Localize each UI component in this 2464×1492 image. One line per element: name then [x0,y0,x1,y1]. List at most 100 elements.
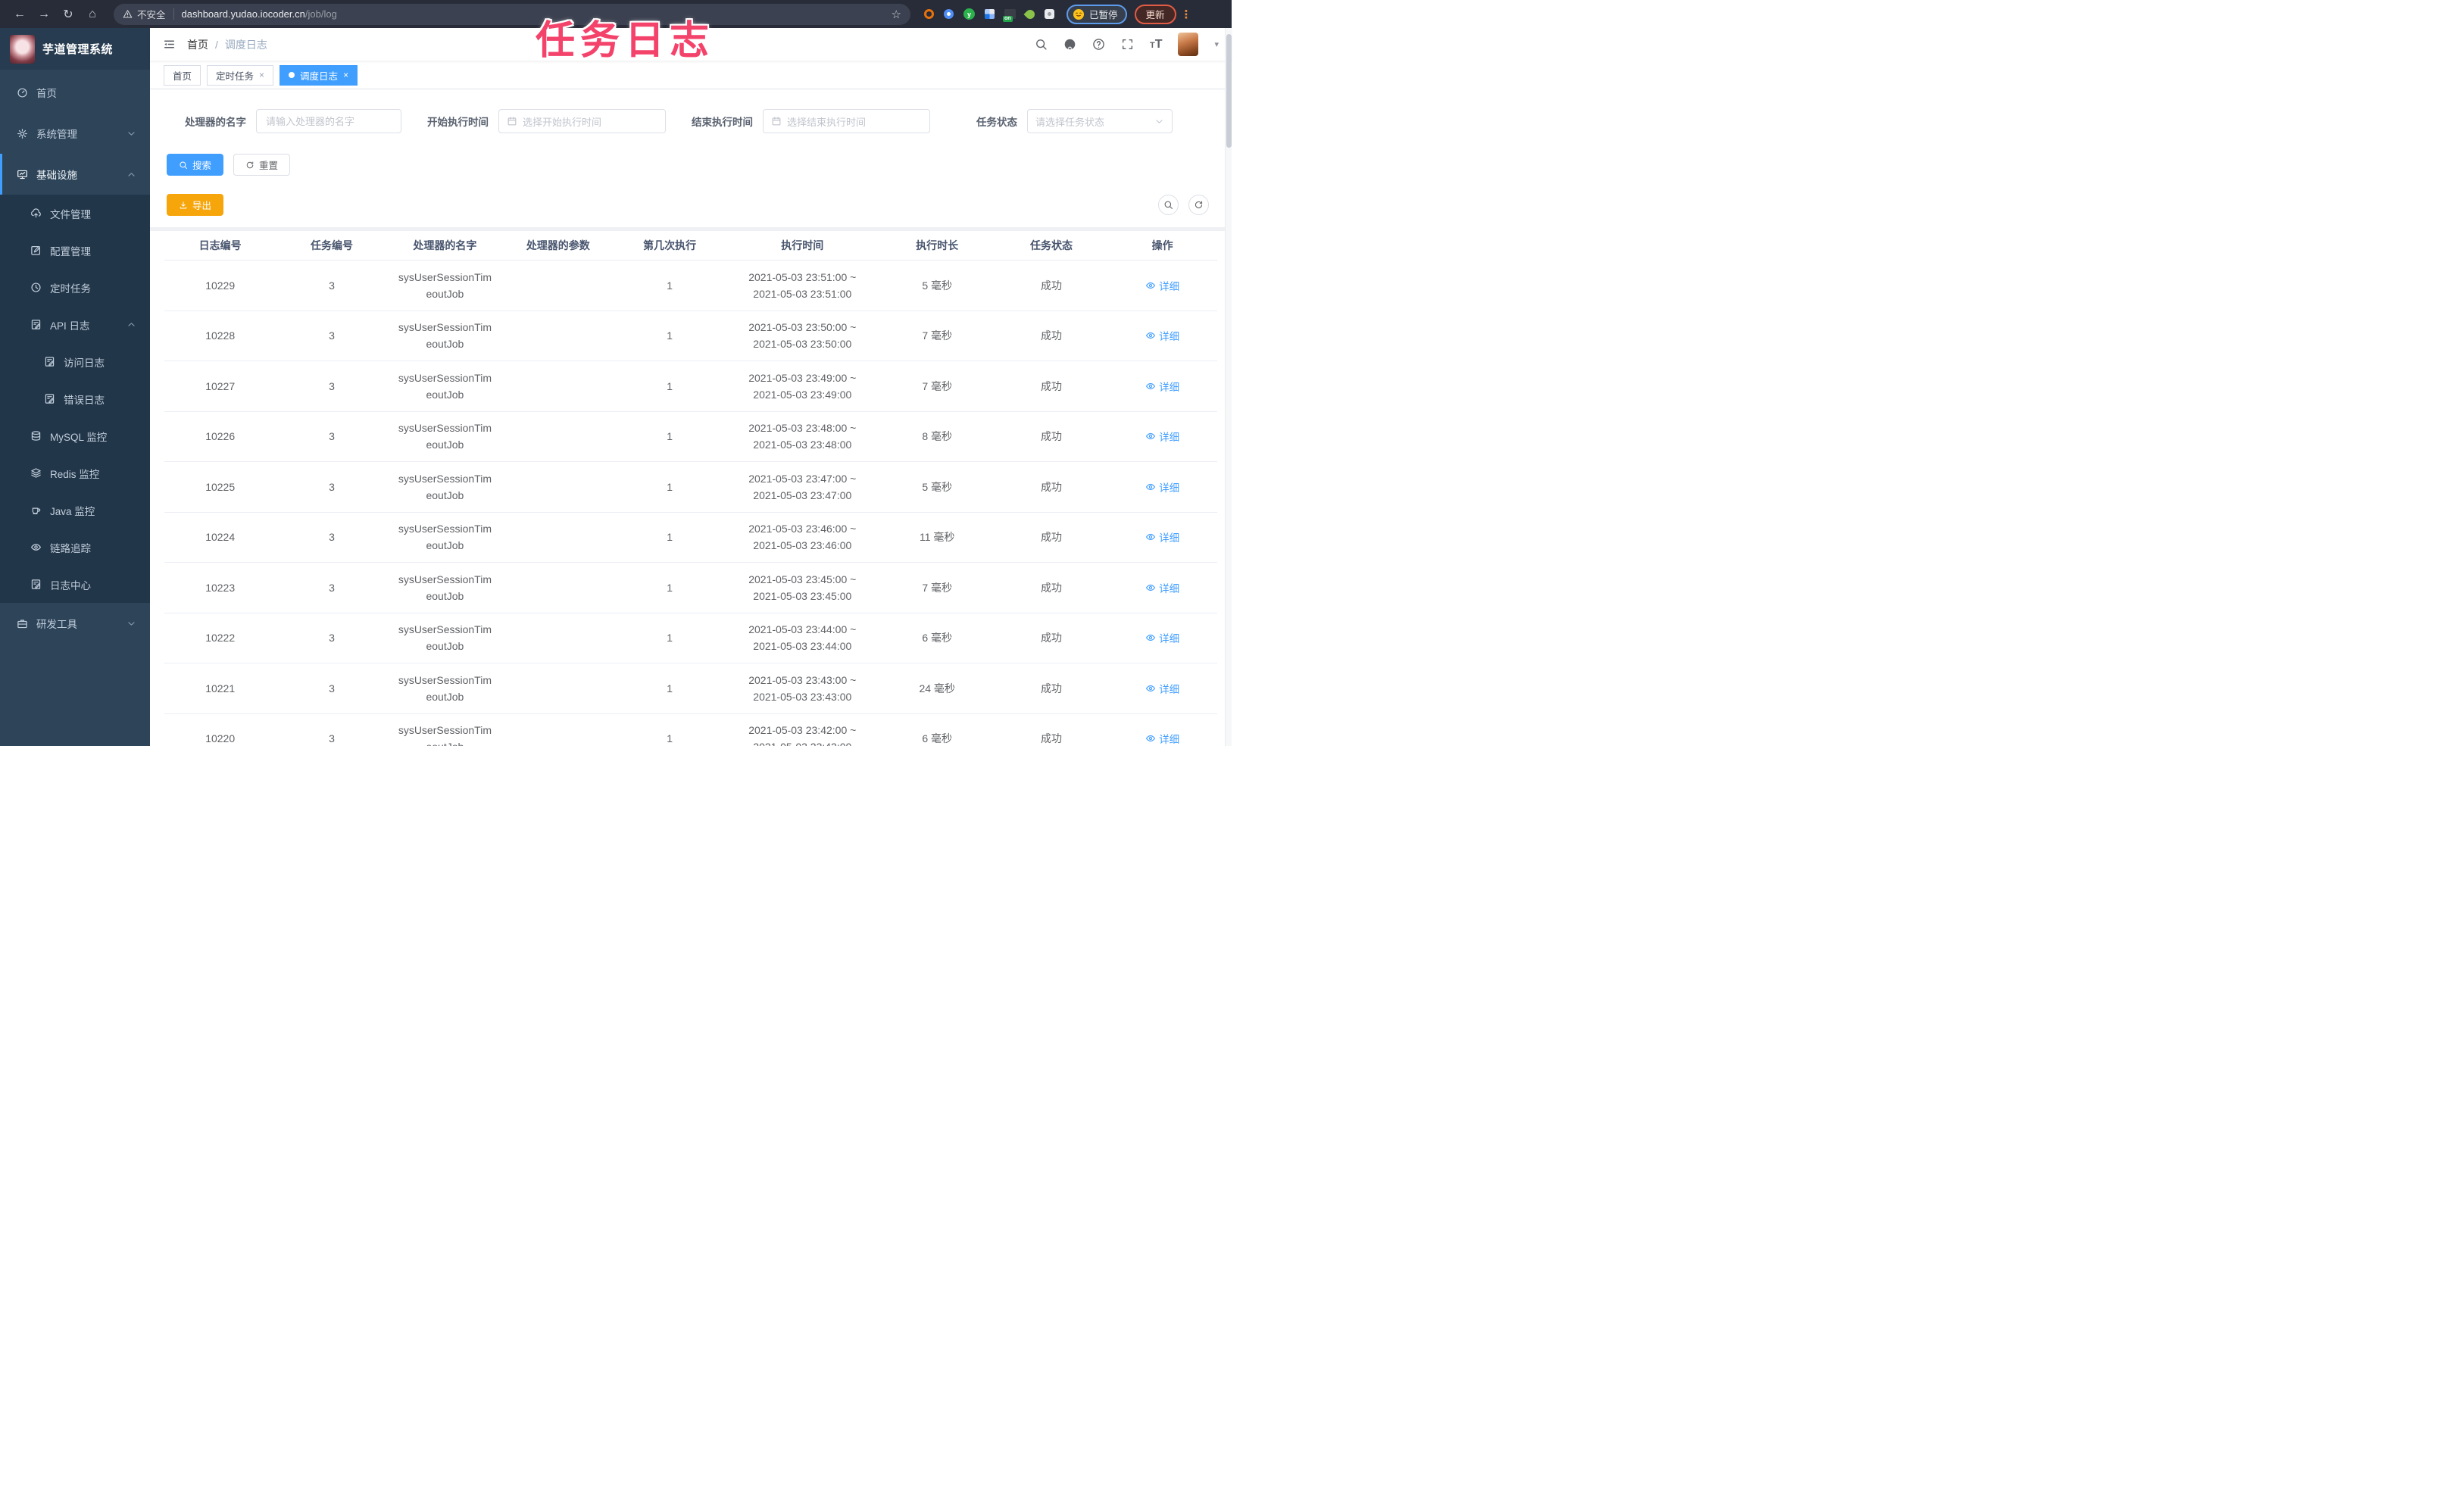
eye-detail-icon [1145,632,1156,643]
close-icon[interactable]: × [259,70,264,80]
show-search-icon[interactable] [1158,195,1179,215]
sidebar-item-log-center[interactable]: 日志中心 [0,566,150,603]
extension-y-icon[interactable]: y [963,8,975,20]
clock-icon [30,282,42,293]
extensions-puzzle-icon[interactable] [1045,9,1054,19]
breadcrumb-home[interactable]: 首页 [187,37,208,52]
sidebar-item-infra[interactable]: 基础设施 [0,154,150,195]
sidebar-item-cron[interactable]: 定时任务 [0,269,150,306]
tab-job-log[interactable]: 调度日志 × [280,64,358,86]
execute-time-line: 2021-05-03 23:47:00 [753,488,852,501]
search-icon[interactable] [1035,38,1048,51]
detail-link[interactable]: 详细 [1145,429,1179,444]
handler-name-input[interactable] [256,109,401,133]
detail-link-label: 详细 [1159,432,1180,444]
execute-index-cell: 1 [667,279,673,292]
detail-link[interactable]: 详细 [1145,630,1179,645]
fullscreen-icon[interactable] [1121,38,1134,51]
detail-link[interactable]: 详细 [1145,328,1179,343]
action-cell: 详细 [1107,479,1217,495]
breadcrumb-current: 调度日志 [224,38,267,51]
detail-link[interactable]: 详细 [1145,278,1179,293]
extension-leaf-icon[interactable] [1023,8,1037,20]
browser-home-icon[interactable]: ⌂ [83,8,101,21]
sidebar-item-home[interactable]: 首页 [0,72,150,113]
bookmark-star-icon[interactable]: ☆ [892,8,901,21]
sidebar-item-file[interactable]: 文件管理 [0,195,150,232]
extension-grid-icon[interactable] [985,9,995,19]
text-size-icon[interactable]: TT [1150,39,1163,51]
chevron-up-icon [126,320,136,329]
table-toolbar: 导出 [167,194,1209,216]
reset-button[interactable]: 重置 [233,154,291,176]
detail-link[interactable]: 详细 [1145,580,1179,595]
security-label: 不安全 [137,10,166,20]
github-icon[interactable] [1063,38,1076,51]
page-scrollbar[interactable] [1225,28,1232,746]
sidebar-item-error-log[interactable]: 错误日志 [0,380,150,417]
execute-time-line: 2021-05-03 23:43:00 ~ [748,673,857,686]
user-avatar[interactable] [1178,33,1199,56]
detail-link[interactable]: 详细 [1145,479,1179,495]
search-button[interactable]: 搜索 [167,154,224,176]
refresh-table-icon[interactable] [1188,195,1209,215]
end-time-input[interactable]: 选择结束执行时间 [763,109,930,133]
column-header: 执行时间 [781,239,824,251]
url-bar[interactable]: 不安全 dashboard.yudao.iocoder.cn /job/log … [114,3,910,25]
sidebar-item-label: 研发工具 [36,619,77,630]
sidebar-item-label: 链路追踪 [50,542,91,554]
app-logo[interactable]: 芋道管理系统 [0,28,150,70]
sidebar-item-label: 日志中心 [50,579,91,591]
export-button[interactable]: 导出 [167,194,224,216]
sidebar-item-system[interactable]: 系统管理 [0,113,150,154]
extension-pin-icon[interactable] [944,9,954,19]
table-row: 10226 3 sysUserSessionTim eoutJob 1 2021-05-0… [164,412,1217,462]
handler-name-line: sysUserSessionTim [398,472,492,485]
sidebar-item-api-log[interactable]: API 日志 [0,306,150,343]
sidebar-item-label: 文件管理 [50,208,91,220]
browser-forward-icon[interactable]: → [35,8,53,21]
handler-name-line: eoutJob [426,338,464,351]
detail-link[interactable]: 详细 [1145,681,1179,696]
scrollbar-thumb[interactable] [1226,34,1232,148]
browser-reload-icon[interactable]: ↻ [59,7,77,22]
extension-switch-icon[interactable]: on [1003,9,1016,22]
browser-extensions: y on [924,8,1054,22]
table-tools [1158,195,1209,215]
execute-time-cell: 2021-05-03 23:42:00 ~2021-05-03 23:42:00 [726,722,879,746]
detail-link[interactable]: 详细 [1145,731,1179,746]
sidebar-item-access-log[interactable]: 访问日志 [0,343,150,380]
header-actions: TT ▾ [1035,33,1219,56]
app-title: 芋道管理系统 [42,43,114,56]
job-id-cell: 3 [329,379,335,392]
sidebar-item-dev-tools[interactable]: 研发工具 [0,603,150,644]
sidebar-item-java[interactable]: Java 监控 [0,492,150,529]
tab-cron[interactable]: 定时任务 × [207,64,274,86]
sidebar-collapse-icon[interactable] [163,38,176,51]
sidebar-item-config[interactable]: 配置管理 [0,232,150,269]
sidebar-item-label: 定时任务 [50,282,91,295]
extension-ring-icon[interactable] [924,9,934,19]
detail-link[interactable]: 详细 [1145,379,1179,394]
execute-time-line: 2021-05-03 23:46:00 ~ [748,523,857,535]
log-id-cell: 10229 [205,279,236,292]
table-header-row: 日志编号 任务编号 处理器的名字 处理器的参数 第几次执行 执行时间 执行时长 任务状态 操作 [164,231,1217,261]
avatar-caret-down-icon[interactable]: ▾ [1214,39,1219,49]
detail-link[interactable]: 详细 [1145,529,1179,545]
handler-name-line: sysUserSessionTim [398,673,492,686]
briefcase-icon [17,618,28,629]
browser-back-icon[interactable]: ← [11,8,29,21]
job-status-select[interactable]: 请选择任务状态 [1027,109,1173,133]
sidebar-item-mysql[interactable]: MySQL 监控 [0,417,150,454]
help-icon[interactable] [1092,38,1105,51]
close-icon[interactable]: × [343,70,348,80]
tab-home[interactable]: 首页 [164,64,201,86]
begin-time-input[interactable]: 选择开始执行时间 [498,109,666,133]
profile-paused-badge[interactable]: 已暂停 [1066,4,1127,24]
sidebar-item-trace[interactable]: 链路追踪 [0,529,150,566]
handler-name-line: sysUserSessionTim [398,724,492,737]
sidebar-item-redis[interactable]: Redis 监控 [0,454,150,492]
browser-menu-icon[interactable]: ⋮ [1181,8,1192,21]
active-tab-dot-icon [289,72,295,78]
browser-update-button[interactable]: 更新 [1134,4,1176,24]
